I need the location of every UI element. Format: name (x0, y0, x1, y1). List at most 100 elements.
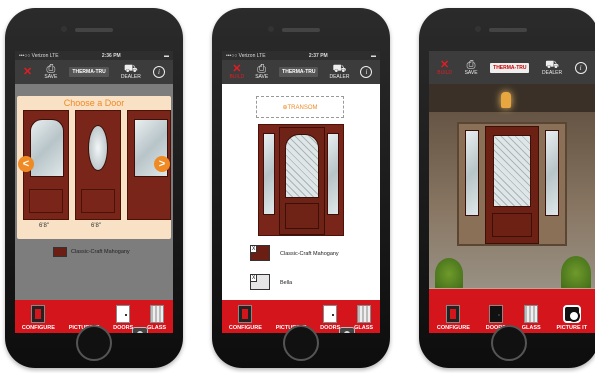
info-icon[interactable]: i (574, 61, 587, 74)
dealer-button[interactable]: ⛟ DEALER (329, 64, 349, 80)
phone-2: •••○○ Verizon LTE 2:37 PM ▬ ✕ BUILD ⎙ SAVE… (212, 8, 390, 368)
picture-it-label: PICTURE IT (556, 325, 588, 331)
door-icon (116, 305, 131, 323)
finish-label: Classic-Craft Mahogany (71, 249, 130, 255)
doors-label: DOORS (113, 325, 134, 331)
porch-ceiling (429, 84, 595, 112)
toolbar: ✕ BUILD ⎙ SAVE THERMA-TRU ⛟ DEALER i (222, 60, 380, 84)
configure-label: CONFIGURE (228, 325, 262, 331)
dealer-label: DEALER (120, 74, 141, 80)
configure-label: CONFIGURE (21, 325, 55, 331)
doors-button[interactable]: DOORS (320, 305, 340, 331)
save-label: SAVE (44, 74, 58, 80)
therma-tru-logo[interactable]: THERMA-TRU (279, 67, 319, 77)
battery-icon: ▬ (370, 52, 376, 59)
camera-icon (475, 26, 481, 32)
finish-swatch[interactable]: X (250, 245, 270, 261)
home-button[interactable] (283, 325, 319, 361)
build-label: BUILD (229, 74, 245, 80)
glass-swatch[interactable]: X (250, 274, 270, 290)
door-panel (492, 213, 532, 237)
save-button[interactable]: ⎙ SAVE (255, 64, 268, 80)
glass-button[interactable]: GLASS (354, 305, 373, 331)
door-option-2[interactable] (75, 110, 121, 220)
build-button[interactable]: ✕ BUILD (229, 64, 244, 80)
configure-button[interactable]: CONFIGURE (22, 305, 55, 331)
door-icon (488, 305, 503, 323)
door-chooser-popup: Choose a Door 6'8" 6'8" < > (17, 96, 171, 239)
transom-button[interactable]: ⊕TRANSOM (256, 96, 344, 118)
dealer-label: DEALER (329, 74, 350, 80)
glass-icon (149, 305, 164, 323)
sidelite-left (263, 133, 275, 215)
door-panel (29, 189, 63, 213)
dealer-label: DEALER (542, 69, 563, 76)
glass-label: GLASS (147, 325, 167, 331)
speaker-grille (489, 28, 527, 32)
build-button[interactable]: ✕ (23, 66, 32, 78)
info-icon[interactable]: i (360, 66, 373, 78)
home-button[interactable] (491, 325, 527, 361)
camera-icon (562, 305, 581, 323)
remove-glass-button[interactable]: X (250, 274, 258, 282)
remove-finish-button[interactable]: X (250, 245, 258, 253)
build-x-icon: ✕ (440, 58, 450, 71)
chooser-title: Choose a Door (63, 98, 125, 108)
glass-button[interactable]: GLASS (522, 305, 541, 331)
house-photo (429, 84, 595, 300)
save-label: SAVE (464, 69, 478, 76)
door-size-label-1: 6'8" (39, 223, 49, 229)
dealer-button[interactable]: ⛟ DEALER (542, 58, 563, 76)
build-label: BUILD (437, 69, 453, 76)
phone-3: ✕ BUILD ⎙ SAVE THERMA-TRU ⛟ DEALER i CONF (419, 8, 595, 368)
battery-icon: ▬ (163, 52, 169, 59)
glass-label: Bella (280, 280, 293, 286)
home-button[interactable] (76, 325, 112, 361)
carrier-label: •••○○ Verizon LTE (226, 52, 266, 59)
camera-icon (132, 327, 149, 333)
configure-icon (238, 305, 253, 323)
toolbar: ✕ ⎙ SAVE THERMA-TRU ⛟ DEALER i (15, 60, 173, 84)
configure-button[interactable]: CONFIGURE (229, 305, 262, 331)
doors-button[interactable]: DOORS (113, 305, 133, 331)
therma-tru-logo[interactable]: THERMA-TRU (69, 67, 109, 77)
door-glass-arch (30, 119, 64, 177)
save-button[interactable]: ⎙ SAVE (464, 59, 478, 76)
configure-button[interactable]: CONFIGURE (437, 305, 470, 331)
next-arrow-button[interactable]: > (154, 156, 170, 172)
doors-label: DOORS (320, 325, 341, 331)
save-label: SAVE (255, 74, 269, 80)
camera-icon (339, 327, 356, 333)
door-size-label-2: 6'8" (91, 223, 101, 229)
glass-label: GLASS (354, 325, 374, 331)
sidelite-left (465, 130, 479, 216)
therma-tru-logo[interactable]: THERMA-TRU (490, 62, 530, 73)
info-icon[interactable]: i (152, 66, 165, 78)
planter-left (435, 258, 463, 290)
phone-3-screen: ✕ BUILD ⎙ SAVE THERMA-TRU ⛟ DEALER i CONF (429, 51, 595, 333)
porch-lantern (501, 92, 511, 108)
configure-icon (31, 305, 46, 323)
toolbar: ✕ BUILD ⎙ SAVE THERMA-TRU ⛟ DEALER i (429, 51, 595, 84)
cart-icon: ⛟ (545, 58, 559, 71)
picture-it-button[interactable]: PICTURE IT (556, 305, 588, 331)
dealer-button[interactable]: ⛟ DEALER (121, 64, 141, 80)
decorative-glass (493, 135, 531, 207)
finish-label: Classic-Craft Mahogany (280, 251, 339, 257)
finish-swatch[interactable] (53, 247, 67, 257)
configure-label: CONFIGURE (436, 325, 470, 331)
status-time: 2:36 PM (101, 52, 121, 59)
configure-icon (446, 305, 461, 323)
main-door (485, 126, 539, 244)
glass-icon (524, 305, 539, 323)
door-frame (457, 122, 567, 246)
glass-button[interactable]: GLASS (147, 305, 166, 331)
save-button[interactable]: ⎙ SAVE (44, 64, 57, 80)
door-panel (81, 189, 115, 213)
main-door (279, 127, 325, 235)
door-preview (258, 124, 344, 236)
door-glass-oval (88, 125, 108, 171)
prev-arrow-button[interactable]: < (18, 156, 34, 172)
build-button[interactable]: ✕ BUILD (437, 58, 453, 76)
planter-right (561, 256, 591, 290)
